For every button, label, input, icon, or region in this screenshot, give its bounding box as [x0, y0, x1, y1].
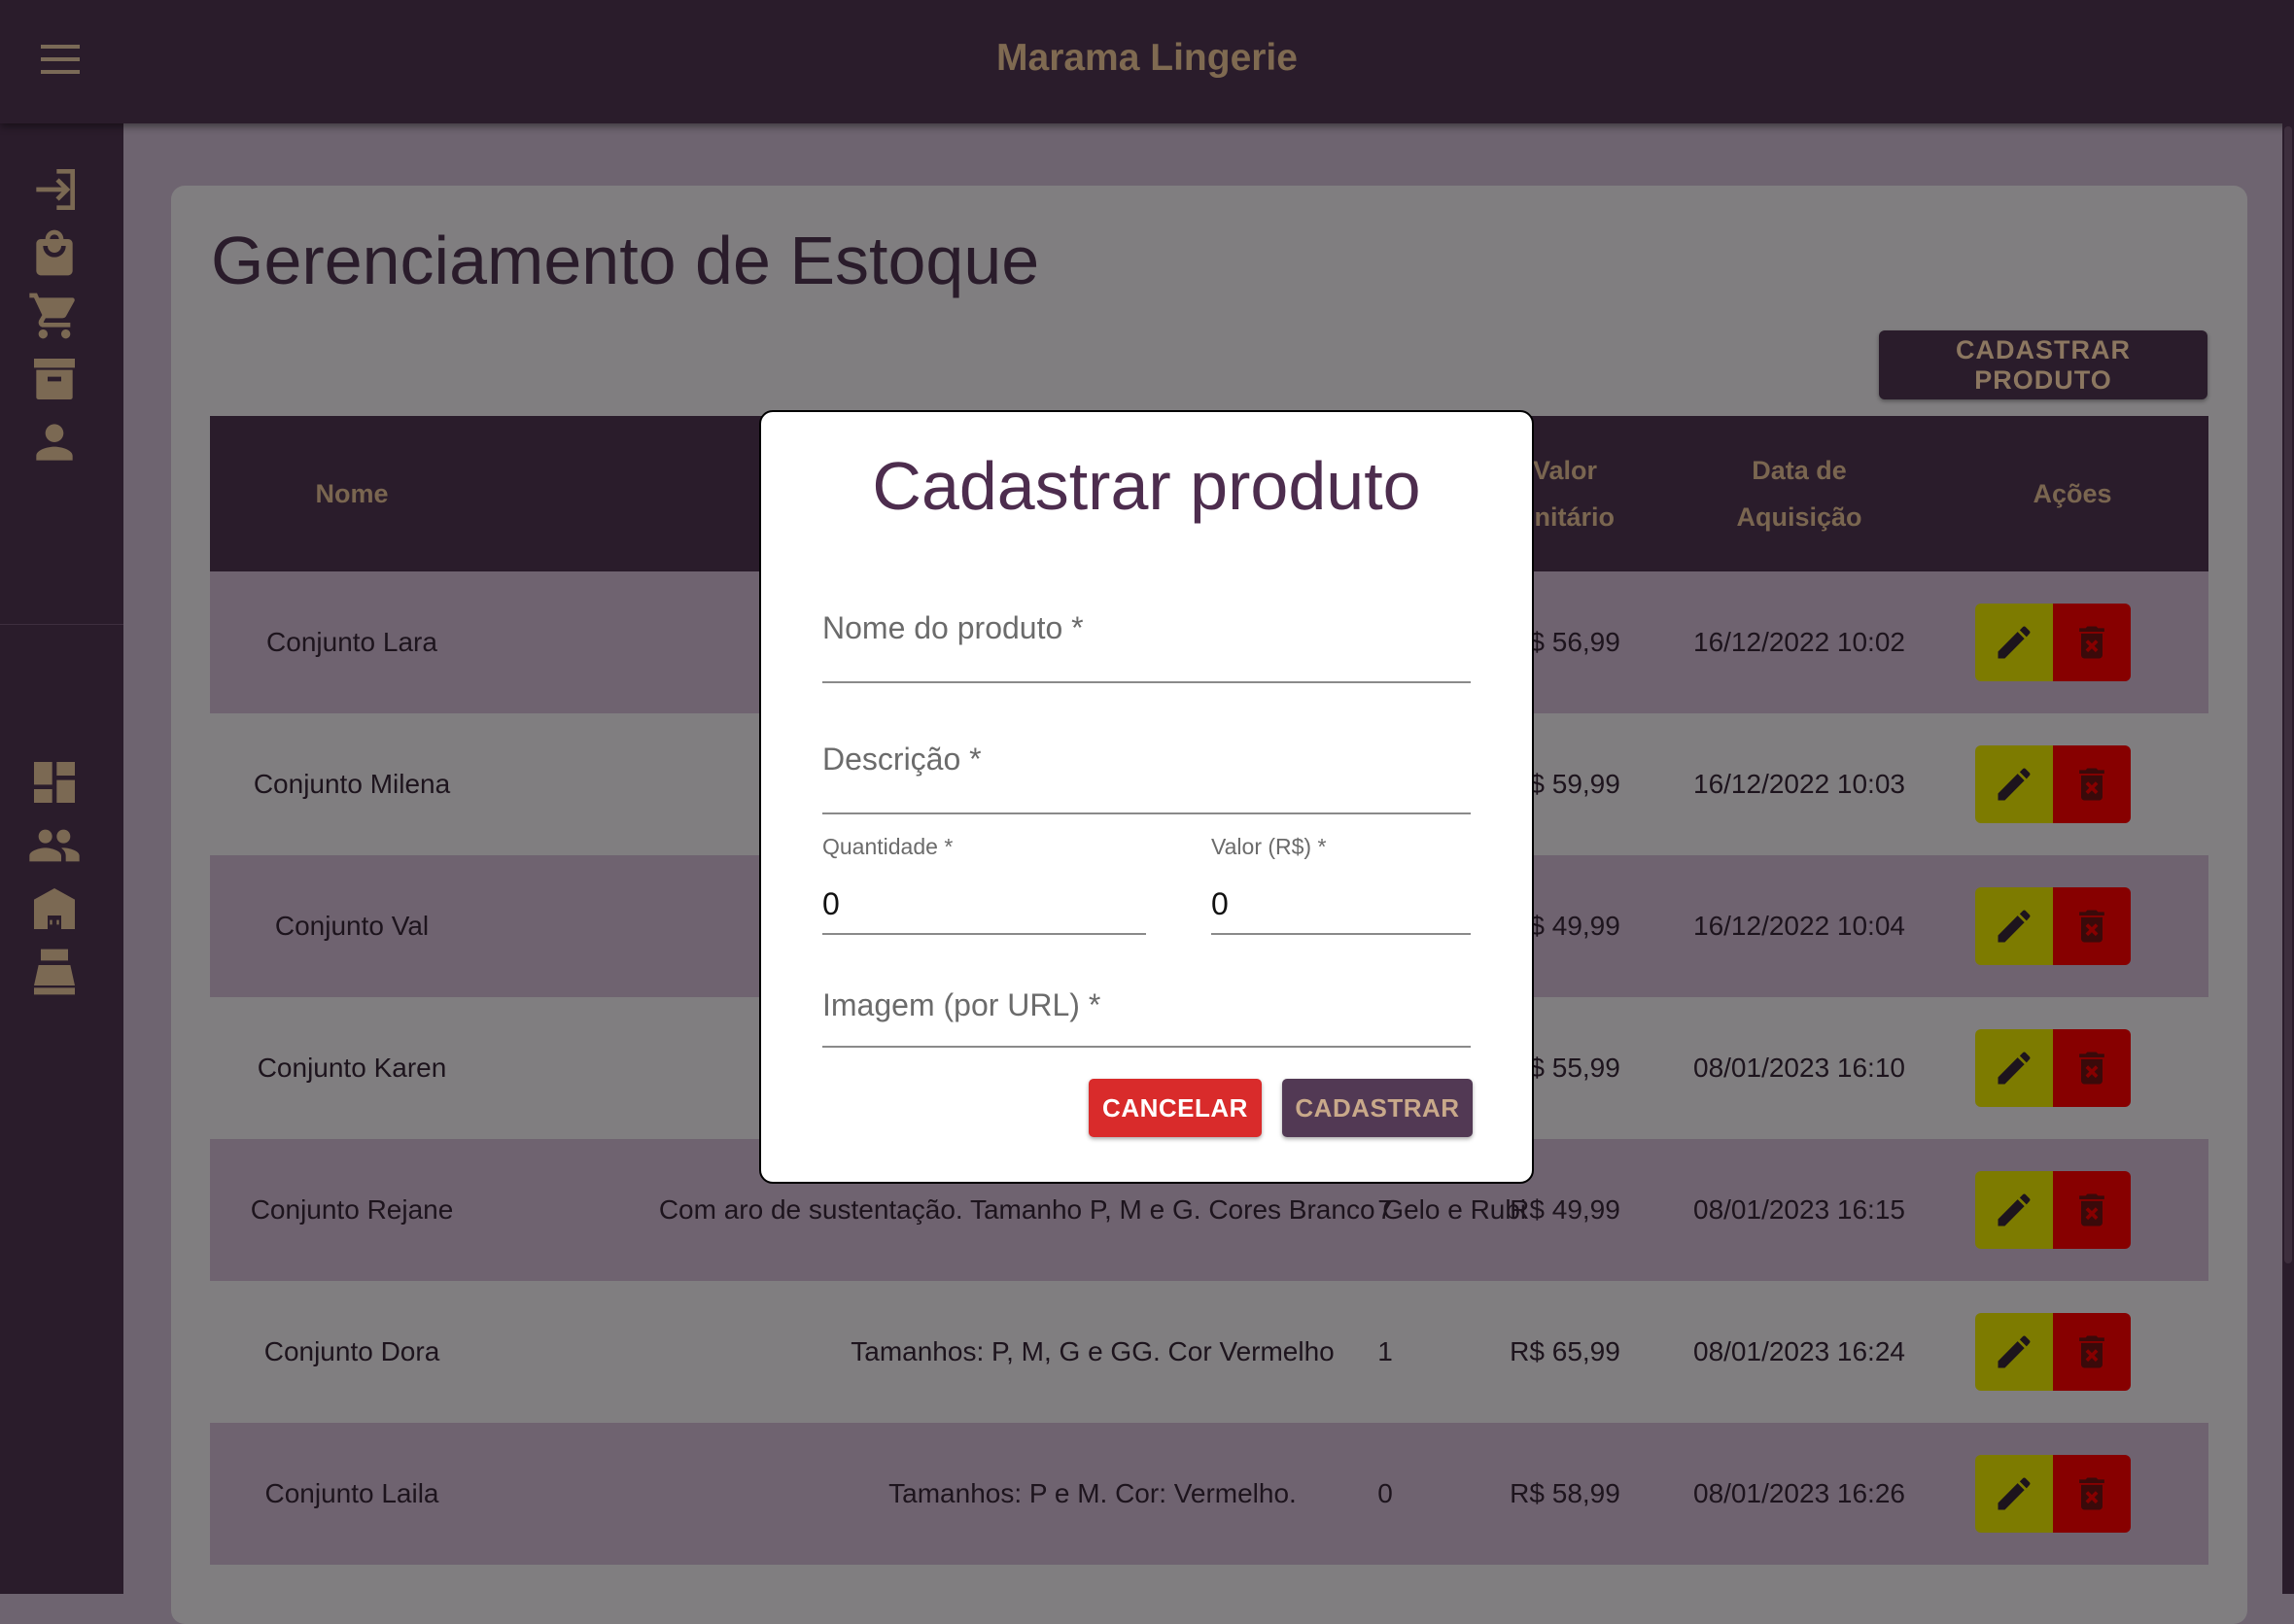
quantity-input[interactable]: [822, 884, 1146, 923]
register-product-dialog: Cadastrar produto Nome do produto * Desc…: [759, 410, 1534, 1184]
product-name-field[interactable]: Nome do produto *: [822, 587, 1471, 684]
quantity-field[interactable]: Quantidade *: [822, 811, 1146, 947]
product-name-underline: [822, 681, 1471, 683]
description-label: Descrição *: [822, 742, 982, 777]
cancel-button[interactable]: CANCELAR: [1089, 1079, 1262, 1137]
price-underline: [1211, 933, 1471, 935]
price-input[interactable]: [1211, 884, 1471, 923]
dialog-title: Cadastrar produto: [872, 448, 1421, 524]
quantity-label: Quantidade *: [822, 834, 954, 859]
quantity-underline: [822, 933, 1146, 935]
image-url-field[interactable]: Imagem (por URL) *: [822, 984, 1471, 1081]
image-url-input[interactable]: [822, 1022, 1471, 1057]
image-url-underline: [822, 1046, 1471, 1048]
submit-button[interactable]: CADASTRAR: [1282, 1079, 1473, 1137]
price-field[interactable]: Valor (R$) *: [1211, 811, 1471, 947]
price-label: Valor (R$) *: [1211, 834, 1327, 859]
image-url-label: Imagem (por URL) *: [822, 987, 1101, 1022]
description-input[interactable]: [822, 777, 1471, 812]
product-name-label: Nome do produto *: [822, 610, 1084, 645]
description-field[interactable]: Descrição *: [822, 718, 1471, 815]
product-name-input[interactable]: [822, 645, 1471, 680]
